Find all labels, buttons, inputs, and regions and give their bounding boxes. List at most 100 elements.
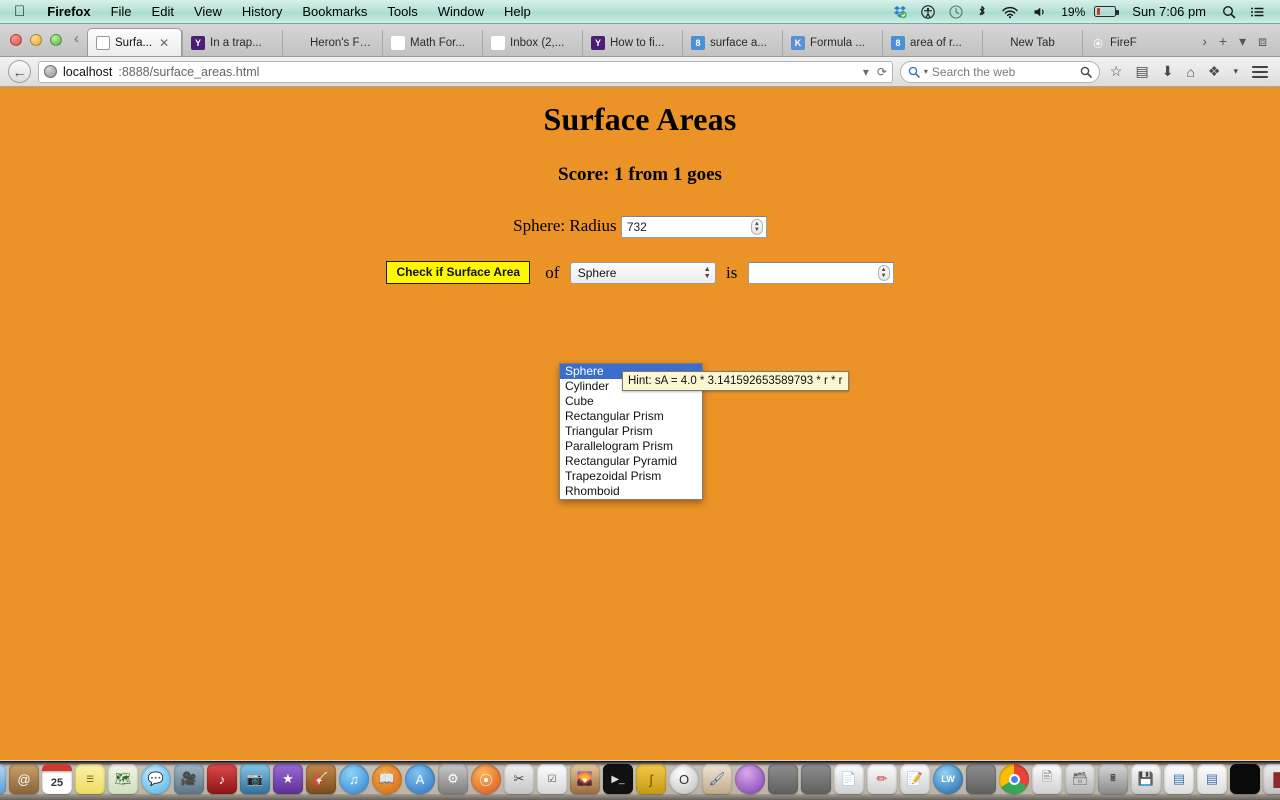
tab-math-forum[interactable]: ✦ Math For...: [382, 30, 482, 56]
spotlight-search-icon[interactable]: [1215, 5, 1243, 19]
opera-icon[interactable]: O: [669, 764, 699, 794]
terminal-icon[interactable]: ▶_: [603, 764, 633, 794]
fullscreen-icon[interactable]: ⧈: [1253, 34, 1272, 48]
reader-mode-icon[interactable]: ▤: [1132, 63, 1151, 80]
wifi-icon[interactable]: [994, 5, 1026, 19]
apple-logo-icon[interactable]: : [0, 0, 37, 24]
notes-icon[interactable]: ☰: [75, 764, 105, 794]
sync-icon[interactable]: ❖: [1205, 63, 1224, 80]
tab-list-dropdown-icon[interactable]: ▾: [1234, 34, 1251, 48]
tab-formula[interactable]: K Formula ...: [782, 30, 882, 56]
shape-select[interactable]: Sphere ▲ ▼: [569, 261, 716, 284]
menu-item-window[interactable]: Window: [428, 0, 494, 24]
menu-item-firefox[interactable]: Firefox: [37, 0, 100, 24]
check-surface-area-button[interactable]: Check if Surface Area: [386, 261, 531, 285]
menu-item-bookmarks[interactable]: Bookmarks: [292, 0, 377, 24]
contacts-icon[interactable]: @: [9, 764, 39, 794]
tab-firefox[interactable]: ⦿ FireF: [1082, 30, 1162, 56]
messages-icon[interactable]: 💬: [141, 764, 171, 794]
tab-inbox[interactable]: M Inbox (2,...: [482, 30, 582, 56]
window-3-icon[interactable]: [966, 764, 996, 794]
spinner-down-icon[interactable]: ▼: [754, 227, 760, 233]
itunes-store-icon[interactable]: ♪: [207, 764, 237, 794]
calculator-icon[interactable]: 🖩: [1098, 764, 1128, 794]
notification-center-icon[interactable]: [1243, 5, 1272, 19]
bluetooth-icon[interactable]: [970, 5, 994, 19]
menu-icon[interactable]: [1248, 65, 1272, 78]
menu-item-history[interactable]: History: [232, 0, 292, 24]
itunes-icon[interactable]: ♫: [339, 764, 369, 794]
accessibility-icon[interactable]: [914, 4, 942, 19]
dropdown-option-rectangular-pyramid[interactable]: Rectangular Pyramid: [560, 454, 702, 469]
facetime-icon[interactable]: 🎥: [174, 764, 204, 794]
scroll-tabs-left-icon[interactable]: ‹: [70, 30, 87, 56]
document-5-icon[interactable]: 🗃: [1065, 764, 1095, 794]
back-icon[interactable]: ←: [8, 60, 31, 83]
dropdown-option-rhomboid[interactable]: Rhomboid: [560, 484, 702, 499]
black-window-icon[interactable]: [1230, 764, 1260, 794]
url-bar[interactable]: localhost :8888/surface_areas.html ▾ ⟳: [38, 60, 893, 83]
search-engine-dropdown-icon[interactable]: ▾: [924, 67, 928, 76]
dropdown-option-rectangular-prism[interactable]: Rectangular Prism: [560, 409, 702, 424]
radius-spinner[interactable]: ▲ ▼: [750, 219, 763, 236]
window-2-icon[interactable]: [801, 764, 831, 794]
reload-icon[interactable]: ⟳: [877, 65, 887, 79]
dropdown-option-parallelogram-prism[interactable]: Parallelogram Prism: [560, 439, 702, 454]
calendar-icon[interactable]: 25: [42, 764, 72, 794]
garageband-icon[interactable]: 🎸: [306, 764, 336, 794]
overflow-dropdown-icon[interactable]: ▾: [1230, 66, 1241, 77]
dropbox-icon[interactable]: [886, 5, 914, 19]
autocomplete-dropdown-icon[interactable]: ▾: [863, 65, 869, 79]
close-tab-icon[interactable]: ✕: [157, 36, 169, 50]
system-preferences-icon[interactable]: ⚙: [438, 764, 468, 794]
tab-surface-a[interactable]: 8 surface a...: [682, 30, 782, 56]
iphoto-icon[interactable]: 🌄: [570, 764, 600, 794]
inkscape-icon[interactable]: ✂: [504, 764, 534, 794]
spinner-down-icon[interactable]: ▼: [881, 273, 887, 279]
mail-icon[interactable]: ✉: [0, 764, 6, 794]
menu-item-view[interactable]: View: [184, 0, 232, 24]
window-4-icon[interactable]: ▤: [1164, 764, 1194, 794]
radius-input[interactable]: 732 ▲ ▼: [620, 216, 767, 239]
menu-bar-clock[interactable]: Sun 7:06 pm: [1123, 0, 1215, 24]
purple-orb-icon[interactable]: [735, 764, 765, 794]
tab-in-a-trap[interactable]: Y In a trap...: [182, 30, 282, 56]
tab-herons-formula[interactable]: Heron's For...: [282, 30, 382, 56]
menu-item-edit[interactable]: Edit: [142, 0, 184, 24]
document-4-icon[interactable]: 🖹: [1032, 764, 1062, 794]
battery-icon[interactable]: [1087, 6, 1123, 17]
minimize-window-button[interactable]: [30, 34, 42, 46]
downloads-icon[interactable]: ⬇: [1159, 63, 1177, 80]
volume-icon[interactable]: [1026, 5, 1055, 19]
menu-item-tools[interactable]: Tools: [377, 0, 427, 24]
window-5-icon[interactable]: ▤: [1197, 764, 1227, 794]
document-2-icon[interactable]: ✏: [867, 764, 897, 794]
window-1-icon[interactable]: [768, 764, 798, 794]
document-3-icon[interactable]: 📝: [900, 764, 930, 794]
dropdown-option-trapezoidal-prism[interactable]: Trapezoidal Prism: [560, 469, 702, 484]
new-tab-icon[interactable]: +: [1214, 34, 1232, 48]
zoom-window-button[interactable]: [50, 34, 62, 46]
tab-how-to-find[interactable]: Y How to fi...: [582, 30, 682, 56]
search-bar[interactable]: ▾ Search the web: [899, 60, 1100, 83]
chrome-icon[interactable]: [999, 764, 1029, 794]
tab-new-tab[interactable]: New Tab: [982, 30, 1082, 56]
home-icon[interactable]: ⌂: [1183, 64, 1197, 80]
app-store-icon[interactable]: A: [405, 764, 435, 794]
answer-input[interactable]: ▲ ▼: [747, 261, 894, 284]
paintbrush-icon[interactable]: 🖌: [702, 764, 732, 794]
reminders-icon[interactable]: ☑: [537, 764, 567, 794]
imovie-icon[interactable]: ★: [273, 764, 303, 794]
scroll-tabs-right-icon[interactable]: ›: [1197, 34, 1212, 48]
bookmark-star-icon[interactable]: ☆: [1107, 63, 1126, 80]
file-1-icon[interactable]: █: [1263, 764, 1280, 794]
dropdown-option-triangular-prism[interactable]: Triangular Prism: [560, 424, 702, 439]
photo-booth-icon[interactable]: 📷: [240, 764, 270, 794]
dropdown-option-cube[interactable]: Cube: [560, 394, 702, 409]
maps-icon[interactable]: 🗺: [108, 764, 138, 794]
menu-item-file[interactable]: File: [101, 0, 142, 24]
tab-area-of-r[interactable]: 8 area of r...: [882, 30, 982, 56]
menu-item-help[interactable]: Help: [494, 0, 541, 24]
tab-surface-areas[interactable]: ◉ Surfa... ✕: [87, 28, 182, 56]
close-window-button[interactable]: [10, 34, 22, 46]
